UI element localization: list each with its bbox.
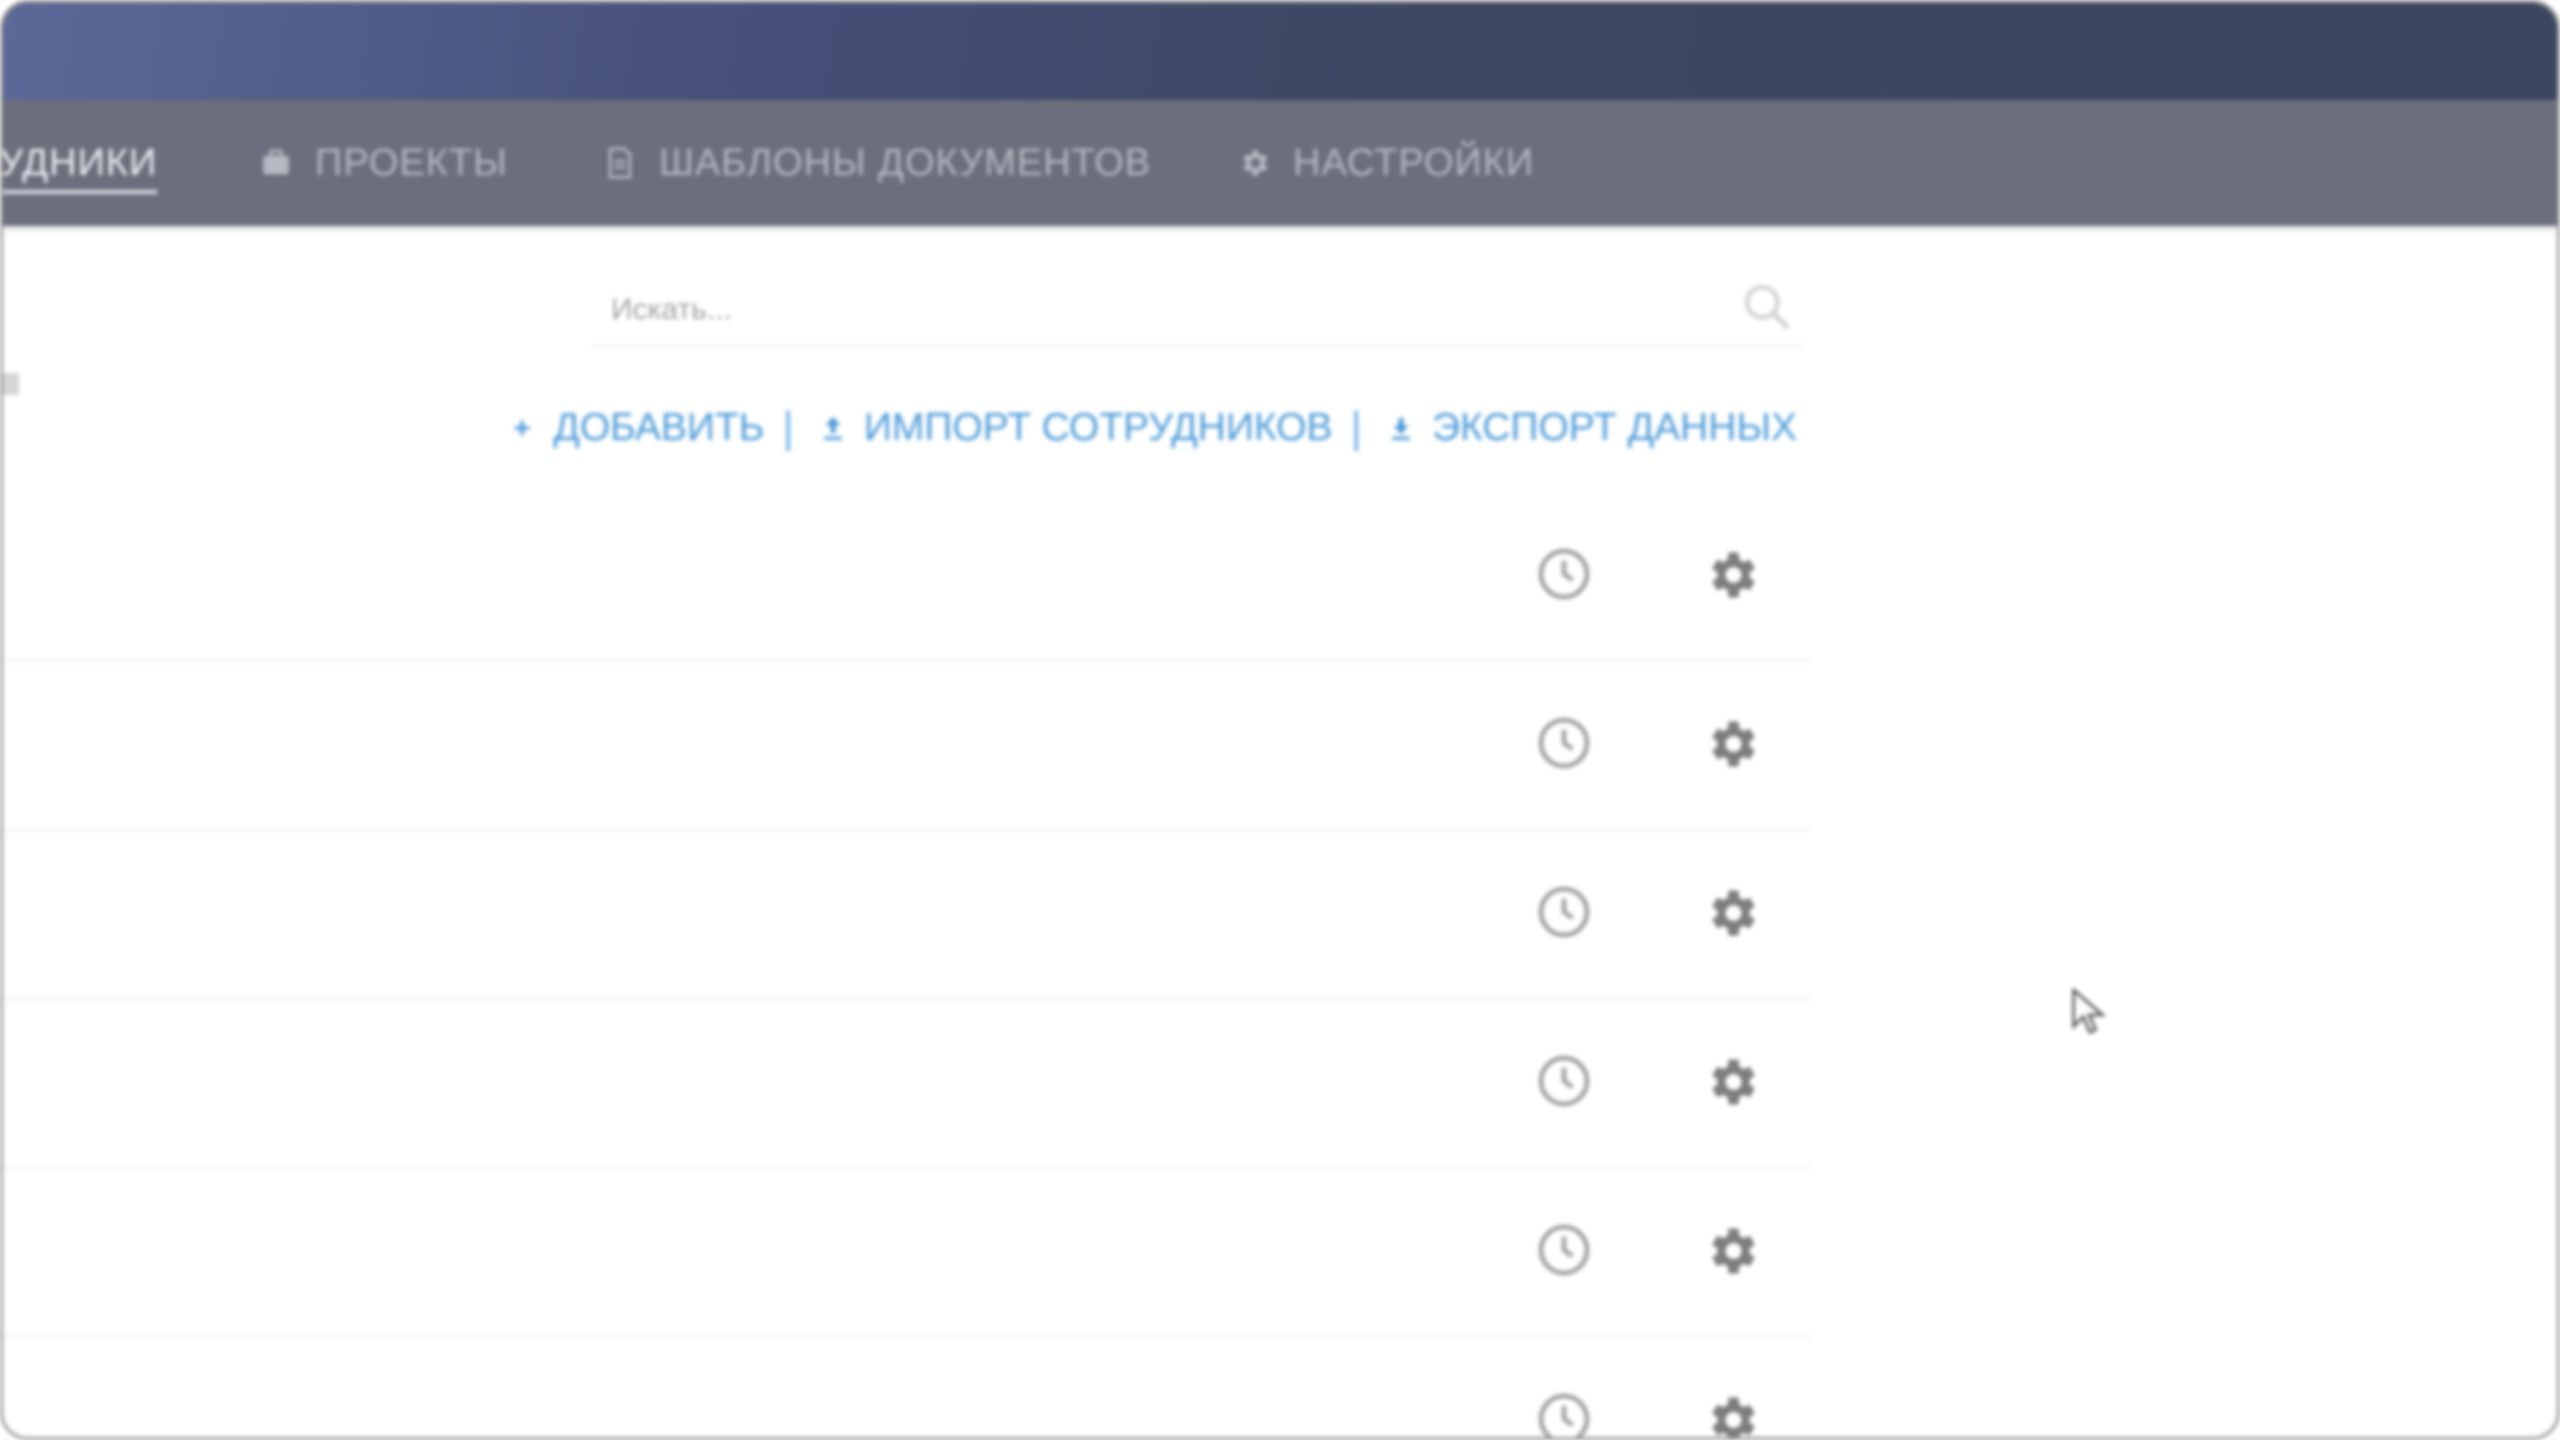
app-window: УДНИКИ ПРОЕКТЫ ШАБЛОНЫ ДОКУМЕНТОВ НАСТРО… <box>0 0 2560 1440</box>
download-icon <box>1392 418 1410 440</box>
separator: | <box>782 403 794 452</box>
top-header-bar <box>3 3 2557 100</box>
gear-icon[interactable] <box>1701 714 1761 774</box>
search-icon[interactable] <box>1739 279 1795 335</box>
toolbar-actions: ДОБАВИТЬ | ИМПОРТ СОТРУДНИКОВ | ЭКСПОРТ … <box>507 398 1797 458</box>
export-data-button[interactable]: ЭКСПОРТ ДАННЫХ <box>1386 406 1797 450</box>
main-navigation: УДНИКИ ПРОЕКТЫ ШАБЛОНЫ ДОКУМЕНТОВ НАСТРО… <box>3 100 2557 226</box>
table-row[interactable] <box>3 662 1811 831</box>
add-button[interactable]: ДОБАВИТЬ <box>507 406 764 450</box>
history-icon[interactable] <box>1535 714 1593 772</box>
table-row[interactable] <box>3 1000 1811 1169</box>
row-fragment <box>3 373 19 395</box>
import-employees-button[interactable]: ИМПОРТ СОТРУДНИКОВ <box>818 406 1333 450</box>
tab-document-templates-label: ШАБЛОНЫ ДОКУМЕНТОВ <box>659 141 1152 184</box>
plus-icon <box>514 420 530 436</box>
employee-list <box>3 493 1811 1440</box>
history-icon[interactable] <box>1535 1052 1593 1110</box>
gear-icon[interactable] <box>1701 1221 1761 1281</box>
tab-projects-label: ПРОЕКТЫ <box>315 141 508 184</box>
tab-employees[interactable]: УДНИКИ <box>0 100 158 226</box>
table-row[interactable] <box>3 1169 1811 1338</box>
gear-icon[interactable] <box>1701 883 1761 943</box>
document-icon <box>608 147 632 179</box>
briefcase-icon <box>263 149 289 175</box>
gear-icon <box>1243 150 1268 176</box>
separator: | <box>1350 403 1362 452</box>
search-input[interactable] <box>609 285 1693 335</box>
export-data-label: ЭКСПОРТ ДАННЫХ <box>1431 406 1797 449</box>
table-row[interactable] <box>3 493 1811 662</box>
history-icon[interactable] <box>1535 1390 1593 1440</box>
mouse-cursor-icon <box>2072 988 2107 1035</box>
tab-document-templates[interactable]: ШАБЛОНЫ ДОКУМЕНТОВ <box>603 100 1151 226</box>
tab-settings[interactable]: НАСТРОЙКИ <box>1237 100 1534 226</box>
gear-icon[interactable] <box>1701 1390 1761 1440</box>
upload-icon <box>824 416 842 440</box>
table-row[interactable] <box>3 831 1811 1000</box>
table-row[interactable] <box>3 1338 1811 1440</box>
tab-employees-label: УДНИКИ <box>0 141 158 184</box>
history-icon[interactable] <box>1535 545 1593 603</box>
tab-settings-label: НАСТРОЙКИ <box>1293 141 1535 184</box>
history-icon[interactable] <box>1535 1221 1593 1279</box>
tab-projects[interactable]: ПРОЕКТЫ <box>259 100 508 226</box>
import-employees-label: ИМПОРТ СОТРУДНИКОВ <box>863 406 1333 449</box>
search-bar <box>591 271 1803 347</box>
history-icon[interactable] <box>1535 883 1593 941</box>
gear-icon[interactable] <box>1701 545 1761 605</box>
add-button-label: ДОБАВИТЬ <box>553 406 765 449</box>
gear-icon[interactable] <box>1701 1052 1761 1112</box>
